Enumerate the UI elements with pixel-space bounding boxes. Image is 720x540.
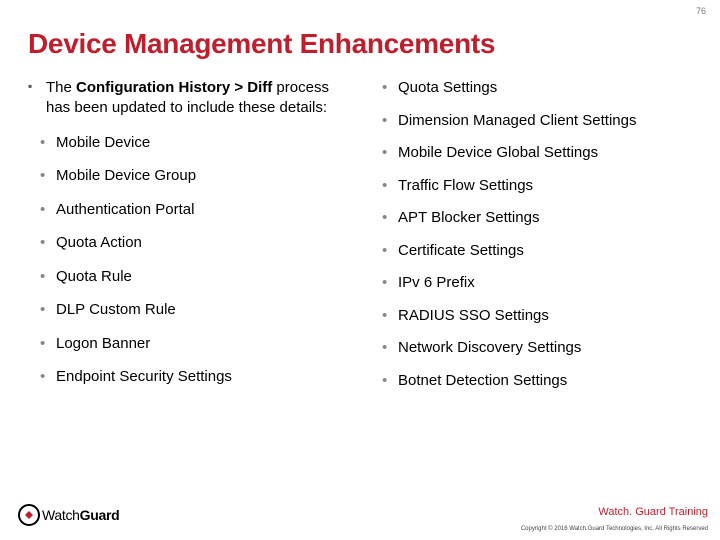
right-list: Quota Settings Dimension Managed Client … bbox=[380, 78, 692, 390]
content-columns: The Configuration History > Diff process… bbox=[28, 78, 692, 403]
list-item: DLP Custom Rule bbox=[56, 300, 340, 320]
list-item: Endpoint Security Settings bbox=[56, 367, 340, 387]
list-item: IPv 6 Prefix bbox=[398, 273, 692, 293]
list-item: Traffic Flow Settings bbox=[398, 176, 692, 196]
logo-thin: Watch bbox=[42, 507, 80, 523]
list-item: Mobile Device bbox=[56, 133, 340, 153]
list-item: Quota Rule bbox=[56, 267, 340, 287]
left-list: Mobile Device Mobile Device Group Authen… bbox=[28, 133, 340, 387]
list-item: Mobile Device Global Settings bbox=[398, 143, 692, 163]
slide: 76 Device Management Enhancements The Co… bbox=[0, 0, 720, 540]
list-item: Certificate Settings bbox=[398, 241, 692, 261]
list-item: Quota Action bbox=[56, 233, 340, 253]
right-column: Quota Settings Dimension Managed Client … bbox=[380, 78, 692, 403]
lead-prefix: The bbox=[46, 79, 76, 96]
list-item: Network Discovery Settings bbox=[398, 338, 692, 358]
left-column: The Configuration History > Diff process… bbox=[28, 78, 340, 403]
list-item: Mobile Device Group bbox=[56, 166, 340, 186]
list-item: RADIUS SSO Settings bbox=[398, 306, 692, 326]
list-item: Botnet Detection Settings bbox=[398, 371, 692, 391]
lead-paragraph: The Configuration History > Diff process… bbox=[28, 78, 340, 119]
logo-bold: Guard bbox=[80, 507, 120, 523]
logo: WatchGuard bbox=[18, 504, 119, 526]
footer: WatchGuard Watch. Guard Training Copyrig… bbox=[0, 494, 720, 540]
logo-text: WatchGuard bbox=[42, 507, 119, 523]
training-label: Watch. Guard Training bbox=[598, 506, 708, 518]
slide-title: Device Management Enhancements bbox=[28, 28, 692, 60]
copyright: Copyright © 2016 Watch.Guard Technologie… bbox=[521, 526, 708, 532]
list-item: Quota Settings bbox=[398, 78, 692, 98]
page-number: 76 bbox=[696, 6, 706, 16]
list-item: APT Blocker Settings bbox=[398, 208, 692, 228]
lead-bold: Configuration History > Diff bbox=[76, 79, 272, 96]
list-item: Authentication Portal bbox=[56, 200, 340, 220]
list-item: Dimension Managed Client Settings bbox=[398, 111, 692, 131]
logo-icon bbox=[18, 504, 40, 526]
list-item: Logon Banner bbox=[56, 334, 340, 354]
